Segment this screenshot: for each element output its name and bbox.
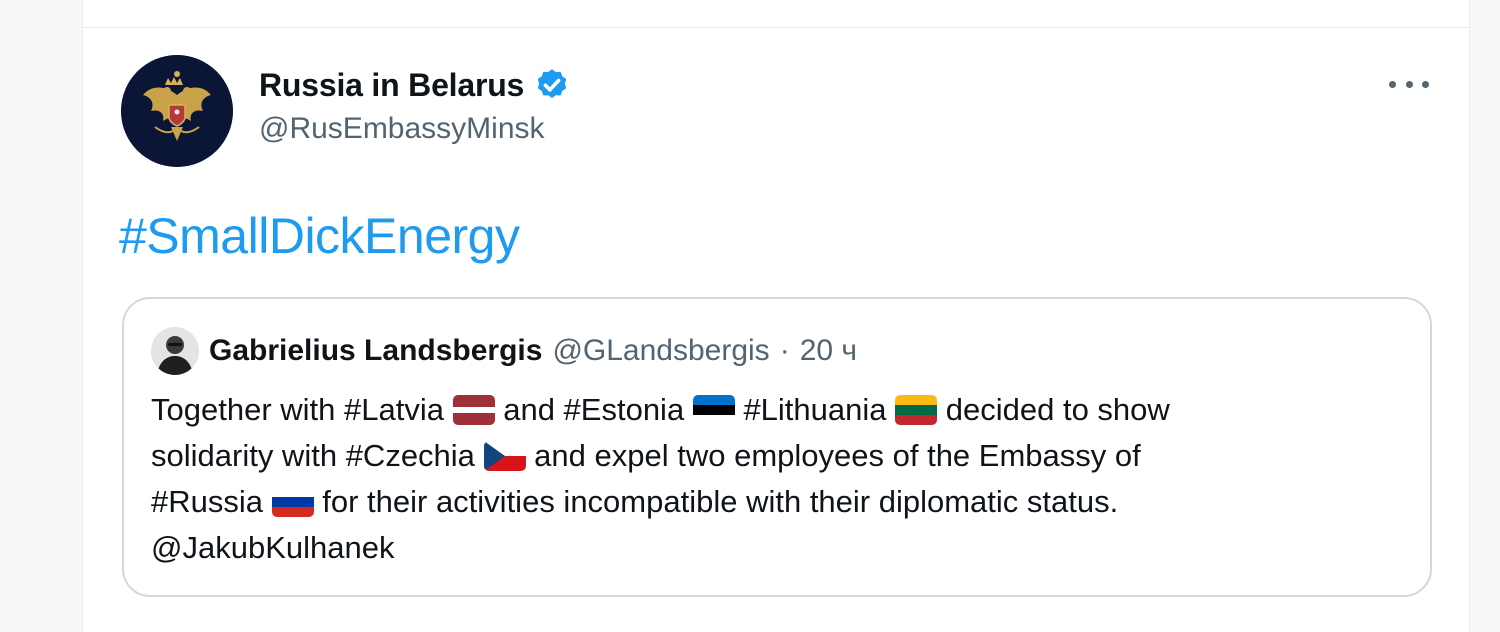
more-options-icon[interactable] [1389,72,1429,96]
text-line: @JakubKulhanek [151,525,1411,571]
quoted-author-name[interactable]: Gabrielius Landsbergis [209,334,542,368]
author-avatar[interactable] [121,55,233,167]
hashtag-lithuania: #Lithuania [743,392,887,427]
text-fragment: decided to show [937,392,1170,427]
latvia-flag-icon [452,395,495,425]
verified-badge-icon [534,67,570,103]
quoted-timestamp[interactable]: 20 ч [800,334,857,368]
hashtag-russia: #Russia [151,484,263,519]
timeline-column: Russia in Belarus @RusEmbassyMinsk #Smal… [82,0,1470,632]
quoted-author-handle[interactable]: @GLandsbergis [552,334,769,368]
author-display-name[interactable]: Russia in Belarus [259,67,524,104]
text-line: solidarity with #Czechia and expel two e… [151,433,1411,479]
author-name-row: Russia in Belarus [259,64,570,106]
russia-flag-icon [271,487,314,517]
hashtag-estonia: #Estonia [563,392,685,427]
text-fragment: and [494,392,564,427]
hashtag-czechia: #Czechia [345,438,475,473]
quoted-tweet-card[interactable]: Gabrielius Landsbergis @GLandsbergis · 2… [122,297,1432,597]
lithuania-flag-icon [895,395,938,425]
coat-of-arms-icon [121,55,233,167]
hashtag-latvia: #Latvia [344,392,444,427]
text-line: Together with #Latvia and #Estonia #Lith… [151,387,1411,433]
quoted-author-avatar[interactable] [151,327,199,375]
mention: @JakubKulhanek [151,530,395,565]
text-line: #Russia for their activities incompatibl… [151,479,1411,525]
quoted-tweet-text: Together with #Latvia and #Estonia #Lith… [151,387,1411,571]
separator-dot: · [779,334,790,367]
czechia-flag-icon [483,441,526,471]
hashtag-link[interactable]: #SmallDickEnergy [119,208,520,264]
text-fragment: solidarity with [151,438,346,473]
text-fragment: for their activities incompatible with t… [313,484,1119,519]
quoted-tweet-header: Gabrielius Landsbergis @GLandsbergis · 2… [151,326,857,376]
tweet-text: #SmallDickEnergy [119,207,520,265]
dot [1405,80,1413,88]
dot [1422,80,1429,88]
divider [83,27,1469,28]
page: Russia in Belarus @RusEmbassyMinsk #Smal… [0,0,1500,632]
text-fragment: and expel two employees of the Embassy o… [525,438,1141,473]
author-handle[interactable]: @RusEmbassyMinsk [259,112,545,146]
person-avatar-icon [151,327,199,375]
text-fragment: Together with [151,392,344,427]
dot [1389,80,1396,88]
estonia-flag-icon [692,395,735,425]
